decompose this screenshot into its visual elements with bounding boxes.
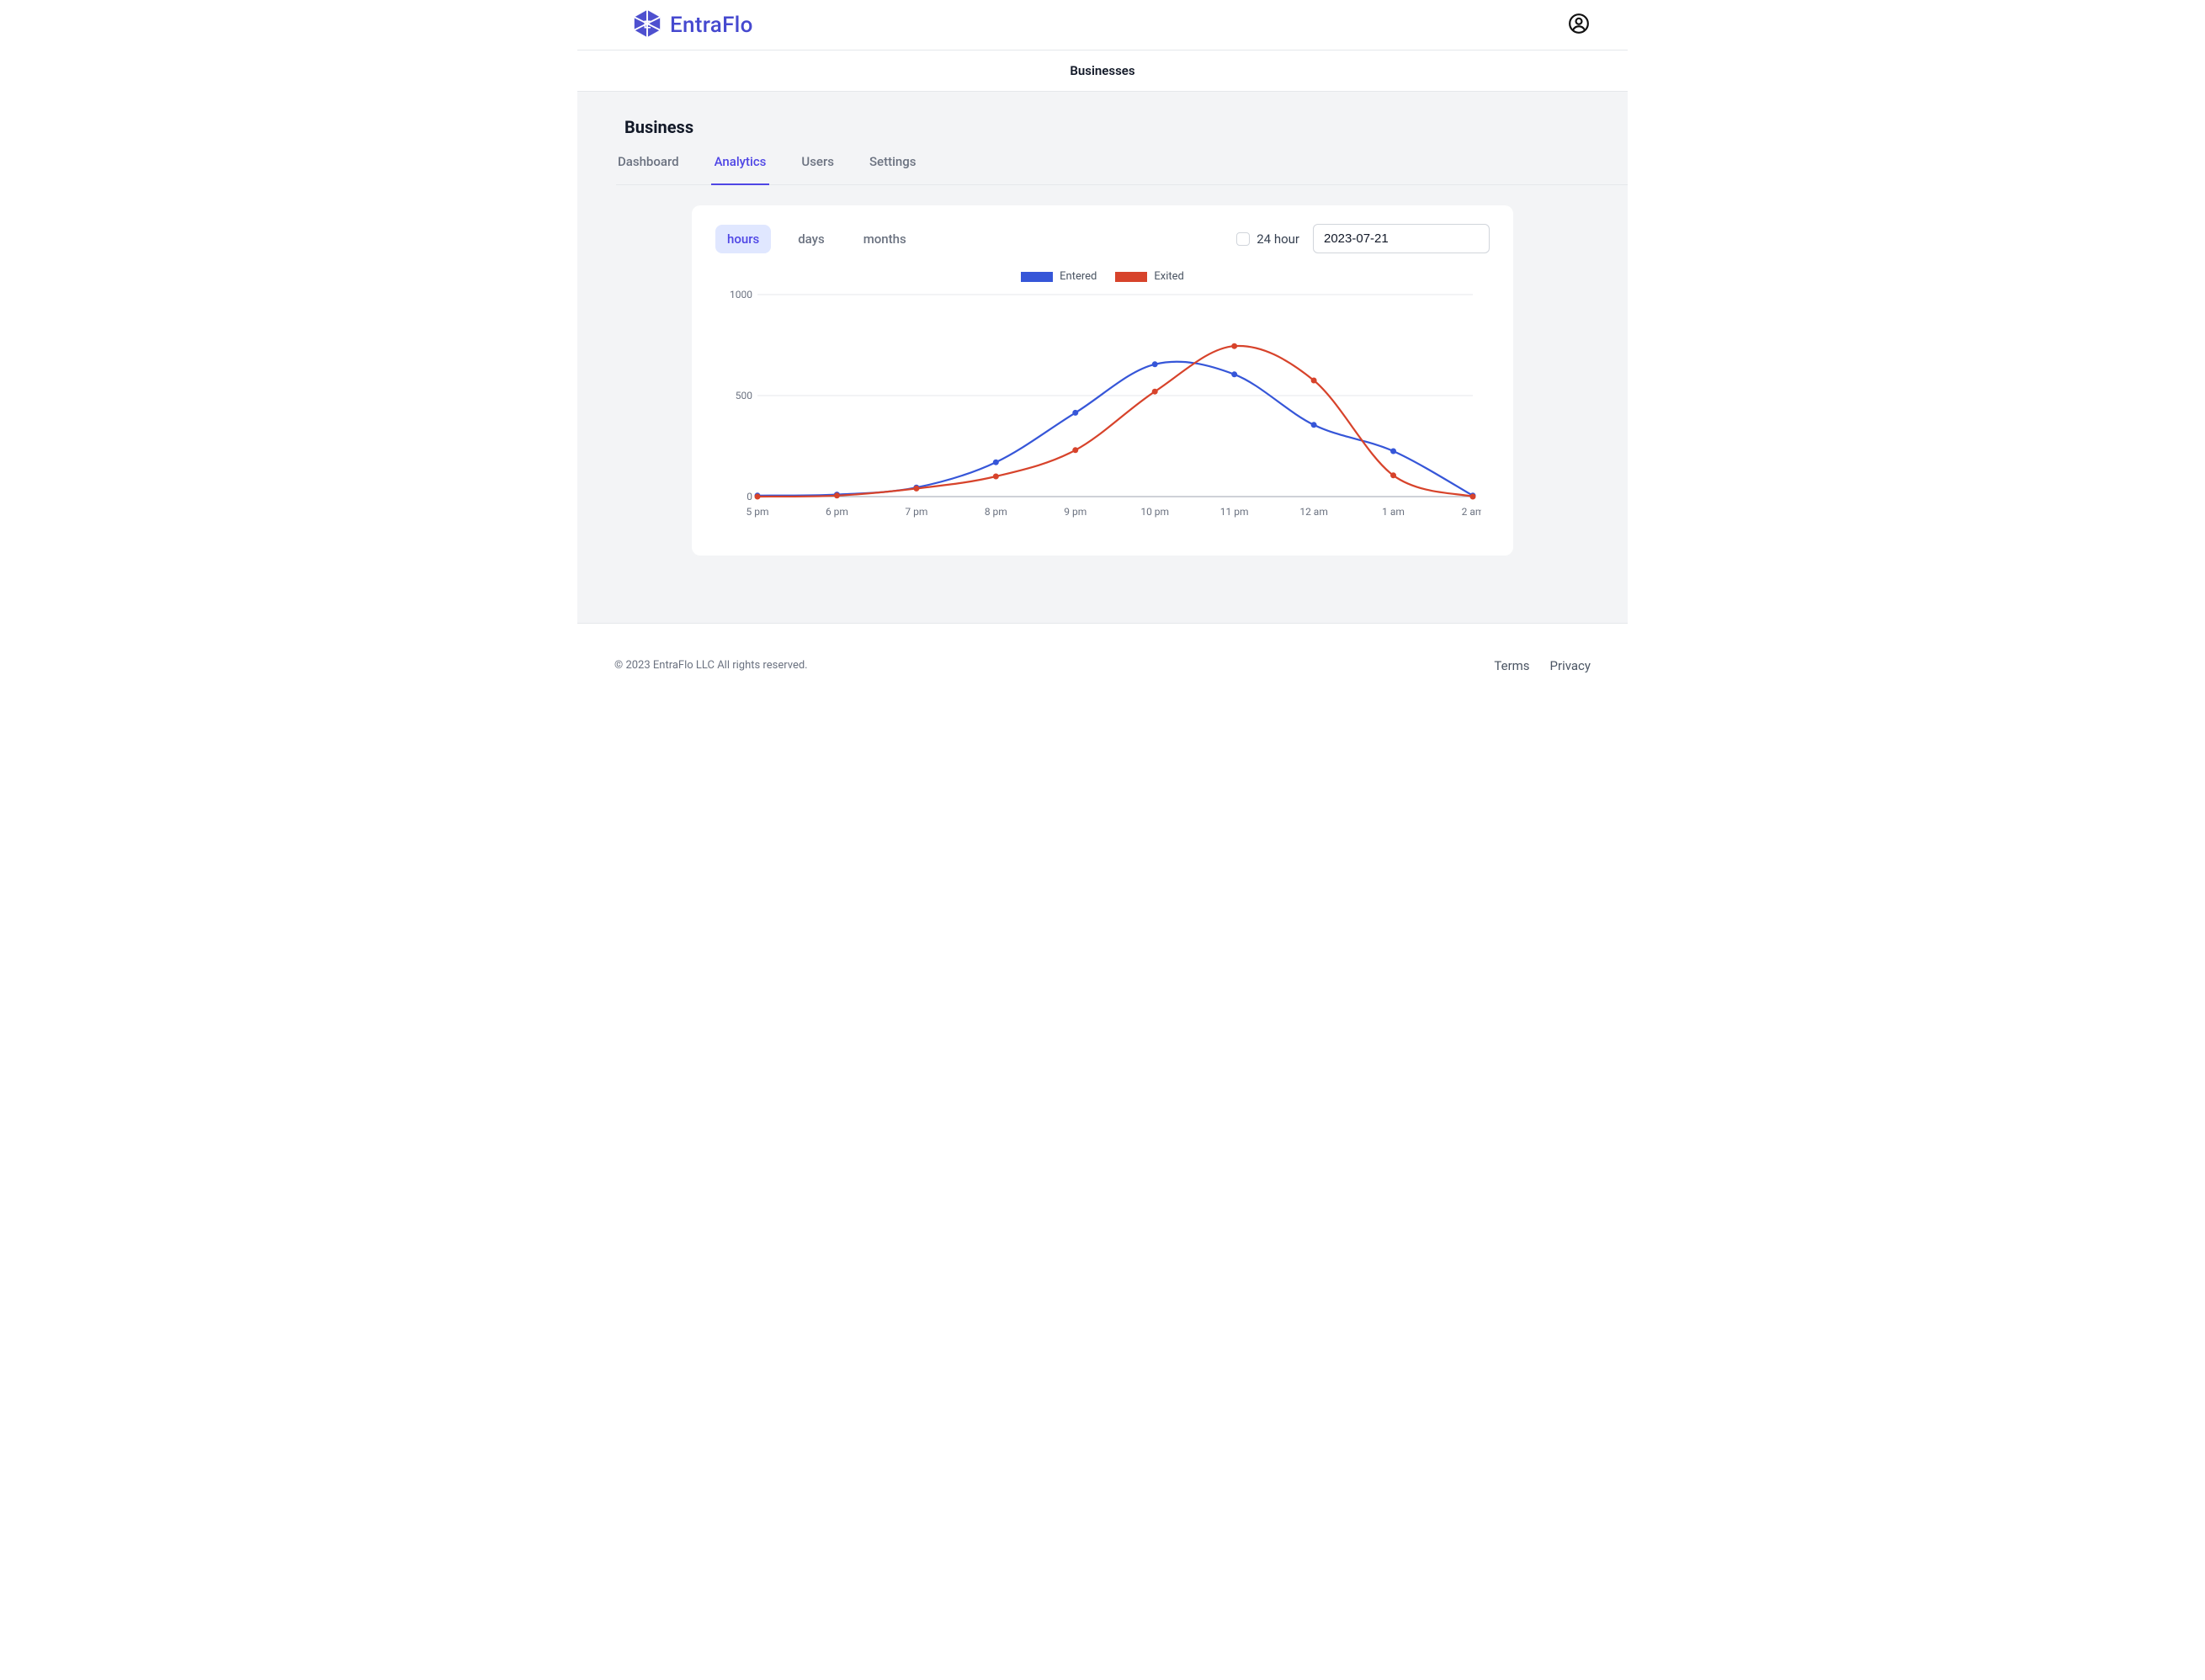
footer: © 2023 EntraFlo LLC All rights reserved.… — [577, 624, 1628, 707]
footer-links: Terms Privacy — [1477, 657, 1591, 673]
user-circle-icon — [1568, 13, 1590, 38]
tab-settings[interactable]: Settings — [868, 147, 918, 184]
tab-dashboard[interactable]: Dashboard — [616, 147, 681, 184]
footer-link-terms[interactable]: Terms — [1494, 658, 1529, 673]
brand-name: EntraFlo — [670, 13, 753, 38]
legend-label-entered: Entered — [1060, 270, 1097, 283]
legend-swatch-icon — [1115, 272, 1147, 282]
range-tab-months[interactable]: months — [852, 225, 918, 253]
svg-text:1000: 1000 — [730, 289, 752, 300]
checkbox-icon — [1236, 232, 1250, 246]
range-tab-hours[interactable]: hours — [715, 225, 771, 253]
tabs: Dashboard Analytics Users Settings — [616, 147, 1628, 185]
footer-copyright: © 2023 EntraFlo LLC All rights reserved. — [614, 659, 808, 672]
tab-users[interactable]: Users — [800, 147, 836, 184]
card-controls: hours days months 24 hour — [715, 224, 1490, 253]
analytics-card: hours days months 24 hour Entered — [692, 205, 1513, 556]
primary-nav: Businesses — [577, 51, 1628, 92]
svg-text:1 am: 1 am — [1382, 506, 1405, 518]
svg-text:10 pm: 10 pm — [1140, 506, 1169, 518]
svg-text:0: 0 — [747, 491, 752, 502]
svg-text:11 pm: 11 pm — [1220, 506, 1249, 518]
user-menu-button[interactable] — [1567, 13, 1591, 37]
legend-entered: Entered — [1021, 270, 1097, 283]
right-controls: 24 hour — [1236, 224, 1490, 253]
svg-text:9 pm: 9 pm — [1064, 506, 1087, 518]
legend-label-exited: Exited — [1154, 270, 1183, 283]
twenty-four-hour-toggle[interactable]: 24 hour — [1236, 231, 1299, 247]
svg-text:12 am: 12 am — [1299, 506, 1328, 518]
content-area: Business Dashboard Analytics Users Setti… — [577, 92, 1628, 624]
svg-text:2 am: 2 am — [1462, 506, 1481, 518]
topbar: E EntraFlo — [577, 0, 1628, 51]
chart-svg: 0 500 1000 5 pm 6 pm 7 pm 8 pm 9 pm 10 pm 11 pm 12… — [724, 286, 1481, 522]
svg-text:5 pm: 5 pm — [747, 506, 769, 518]
legend-exited: Exited — [1115, 270, 1183, 283]
svg-text:6 pm: 6 pm — [826, 506, 848, 518]
chart: Entered Exited 0 500 1000 5 pm 6 pm 7 pm 8 pm 9… — [724, 270, 1481, 525]
svg-text:7 pm: 7 pm — [905, 506, 927, 518]
footer-link-privacy[interactable]: Privacy — [1550, 658, 1591, 673]
date-input[interactable] — [1313, 224, 1490, 253]
twenty-four-hour-label: 24 hour — [1257, 231, 1299, 247]
svg-text:500: 500 — [736, 390, 752, 401]
tab-analytics[interactable]: Analytics — [713, 147, 768, 184]
nav-link-businesses[interactable]: Businesses — [1070, 63, 1134, 78]
legend-swatch-icon — [1021, 272, 1053, 282]
range-tab-days[interactable]: days — [786, 225, 837, 253]
page-title: Business — [624, 117, 1628, 137]
brand[interactable]: E EntraFlo — [631, 8, 753, 43]
svg-text:E: E — [644, 18, 651, 30]
range-tabs: hours days months — [715, 225, 918, 253]
brand-logo-icon: E — [631, 8, 663, 43]
svg-text:8 pm: 8 pm — [985, 506, 1007, 518]
chart-legend: Entered Exited — [724, 270, 1481, 283]
